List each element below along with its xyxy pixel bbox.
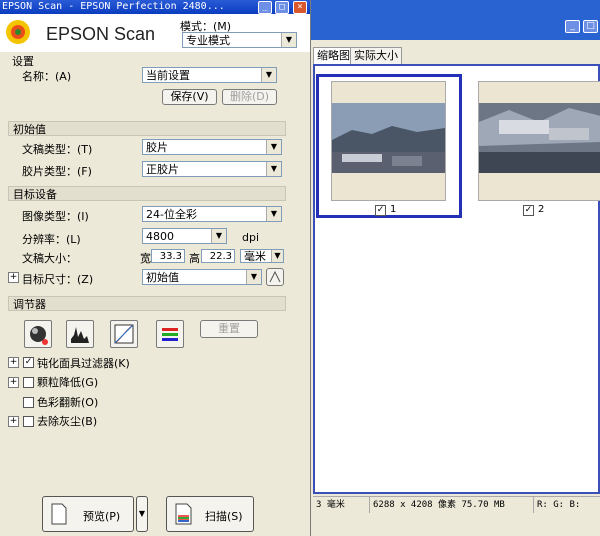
chevron-down-icon: ▼ (246, 270, 261, 284)
status-pixels: 6288 x 4208 像素 75.70 MB (369, 497, 505, 513)
tone-curve-icon (114, 324, 134, 344)
color-balance-icon (162, 328, 178, 341)
frame-1-image (332, 103, 445, 173)
size-unit-value: 毫米 (244, 250, 266, 263)
grain-reduction-checkbox[interactable] (23, 377, 34, 388)
width-label: 宽 (140, 252, 151, 265)
chevron-down-icon: ▼ (281, 33, 296, 47)
dust-removal-checkbox[interactable] (23, 416, 34, 427)
adjust-group-header: 调节器 (8, 296, 286, 311)
target-size-expand-icon[interactable]: + (8, 272, 19, 283)
mode-select-value: 专业模式 (186, 34, 230, 47)
preview-titlebar: _ □ (311, 0, 600, 40)
close-button[interactable]: × (293, 1, 307, 14)
doc-type-value: 胶片 (146, 141, 168, 154)
mode-select[interactable]: 专业模式 ▼ (182, 32, 297, 48)
settings-name-value: 当前设置 (146, 69, 190, 82)
delete-button[interactable]: 删除(D) (222, 89, 277, 105)
frame-2-checkbox[interactable]: ✓ (523, 205, 534, 216)
color-restoration-checkbox[interactable] (23, 397, 34, 408)
sphere-icon (30, 326, 48, 345)
resolution-select[interactable]: 4800 ▼ (142, 228, 227, 244)
color-restoration-label: 色彩翻新(O) (37, 396, 99, 409)
tab-actual-size[interactable]: 实际大小 (350, 47, 402, 64)
chevron-down-icon: ▼ (266, 140, 281, 154)
preview-label: 预览(P) (83, 510, 121, 523)
save-button[interactable]: 保存(V) (162, 89, 217, 105)
window-title: EPSON Scan - EPSON Perfection 2480... (2, 1, 225, 12)
unsharp-mask-expand-icon[interactable]: + (8, 357, 19, 368)
target-size-label: 目标尺寸：(Z) (22, 273, 94, 286)
frame-2-thumbnail[interactable] (478, 81, 600, 201)
film-type-label: 胶片类型：(F) (22, 165, 92, 178)
status-rgb: R: G: B: (533, 497, 580, 513)
doc-size-label: 文稿大小： (22, 252, 77, 265)
defaults-group-header: 初始值 (8, 121, 286, 136)
image-type-select[interactable]: 24-位全彩 ▼ (142, 206, 282, 222)
image-type-label: 图像类型：(I) (22, 210, 89, 223)
image-type-value: 24-位全彩 (146, 208, 197, 221)
resolution-unit: dpi (242, 231, 260, 244)
width-input[interactable]: 33.3 (151, 249, 185, 263)
logo-text: EPSON Scan (46, 24, 156, 44)
frame-1-checkbox[interactable]: ✓ (375, 205, 386, 216)
preview-statusbar: 3 毫米 6288 x 4208 像素 75.70 MB R: G: B: (313, 496, 600, 513)
window-titlebar: EPSON Scan - EPSON Perfection 2480... _ … (0, 0, 310, 14)
orientation-button[interactable] (266, 268, 284, 286)
dust-removal-label: 去除灰尘(B) (37, 415, 98, 428)
chevron-down-icon: ▼ (211, 229, 226, 243)
doc-type-label: 文稿类型：(T) (22, 143, 93, 156)
doc-type-select[interactable]: 胶片 ▼ (142, 139, 282, 155)
rotate-icon (269, 270, 281, 283)
frame-1-number: 1 (390, 204, 397, 215)
grain-reduction-label: 颗粒降低(G) (37, 376, 99, 389)
height-input[interactable]: 22.3 (201, 249, 235, 263)
frame-2-image (479, 103, 600, 173)
histogram-icon (71, 327, 89, 343)
unsharp-mask-checkbox[interactable]: ✓ (23, 357, 34, 368)
frame-2-number: 2 (538, 204, 545, 215)
color-balance-button[interactable] (156, 320, 184, 348)
grain-reduction-expand-icon[interactable]: + (8, 377, 19, 388)
frame-1-thumbnail[interactable] (331, 81, 446, 201)
resolution-value: 4800 (146, 230, 174, 243)
settings-group-title: 设置 (12, 55, 34, 68)
film-type-select[interactable]: 正胶片 ▼ (142, 161, 282, 177)
status-size: 3 毫米 (316, 500, 345, 510)
minimize-button[interactable]: _ (258, 1, 272, 14)
preview-minimize-button[interactable]: _ (565, 20, 580, 33)
settings-name-select[interactable]: 当前设置 ▼ (142, 67, 277, 83)
document-icon (51, 503, 67, 525)
histogram-button[interactable] (66, 320, 94, 348)
height-label: 高 (189, 252, 200, 265)
scan-button[interactable]: 扫描(S) (166, 496, 254, 532)
preview-maximize-button[interactable]: □ (583, 20, 598, 33)
epson-flower-logo-icon (6, 20, 30, 44)
settings-name-label: 名称：(A) (22, 70, 72, 83)
film-type-value: 正胶片 (146, 163, 179, 176)
dust-removal-expand-icon[interactable]: + (8, 416, 19, 427)
reset-button[interactable]: 重置 (200, 320, 258, 338)
unsharp-mask-label: 钝化面具过滤器(K) (37, 357, 130, 370)
tab-thumbnail[interactable]: 缩略图 (313, 47, 354, 64)
maximize-button[interactable]: □ (275, 1, 289, 14)
chevron-down-icon: ▼ (261, 68, 276, 82)
chevron-down-icon: ▼ (271, 250, 283, 262)
backlight-correction-button[interactable] (24, 320, 52, 348)
chevron-down-icon: ▼ (266, 162, 281, 176)
chevron-down-icon: ▼ (266, 207, 281, 221)
resolution-label: 分辨率：(L) (22, 233, 81, 246)
tone-curve-button[interactable] (110, 320, 138, 348)
size-unit-select[interactable]: 毫米 ▼ (240, 249, 284, 263)
preview-dropdown-button[interactable]: ▼ (136, 496, 148, 532)
preview-button[interactable]: 预览(P) (42, 496, 134, 532)
scan-document-icon (175, 503, 192, 525)
target-size-select[interactable]: 初始值 ▼ (142, 269, 262, 285)
target-group-header: 目标设备 (8, 186, 286, 201)
scan-label: 扫描(S) (205, 510, 243, 523)
target-size-value: 初始值 (146, 271, 179, 284)
